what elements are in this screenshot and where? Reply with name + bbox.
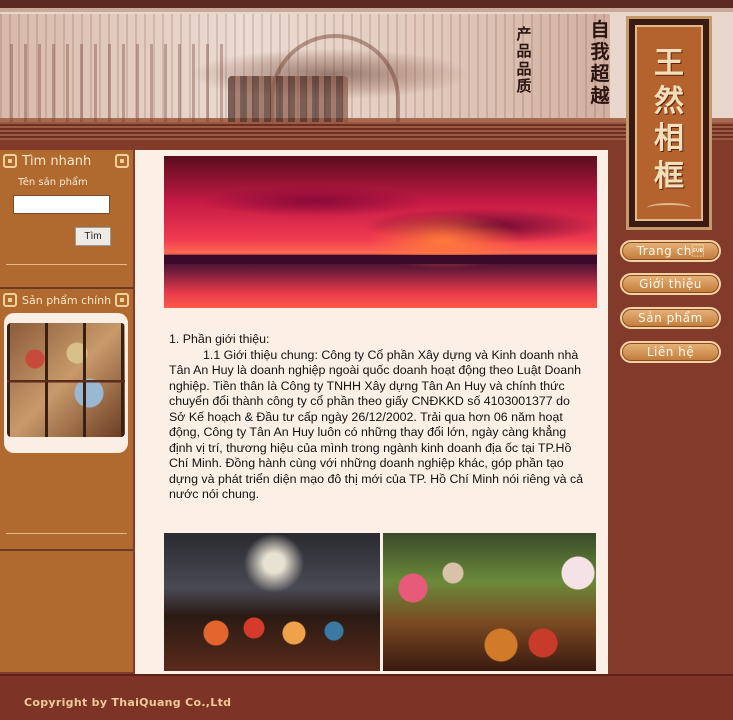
- page: 产品品质 自我超越 王然相框 Tìm nhanh Tên sản phẩm Tì…: [0, 0, 733, 720]
- nav-products-button[interactable]: Sản phẩm: [620, 307, 721, 329]
- logo-ornament: [647, 203, 691, 213]
- banner-stripes: [0, 122, 733, 140]
- divider: [0, 287, 133, 289]
- products-box-title: Sản phẩm chính: [22, 294, 112, 307]
- search-box-title: Tìm nhanh: [22, 154, 92, 169]
- nav-contact-button[interactable]: Liên hệ: [620, 341, 721, 363]
- divider: [6, 533, 127, 534]
- divider: [6, 264, 127, 265]
- featured-product-image[interactable]: [7, 323, 125, 437]
- sunset-image: [164, 156, 597, 308]
- header-banner: 产品品质 自我超越: [0, 0, 733, 140]
- nav-about-button[interactable]: Giới thiệu: [620, 273, 721, 295]
- main-content: 1. Phần giới thiệu: 1.1 Giới thiệu chung…: [135, 150, 608, 674]
- logo-text: 王然相框: [654, 46, 684, 194]
- nav-home-button[interactable]: Trang ch: [620, 240, 721, 262]
- search-input[interactable]: [13, 195, 110, 214]
- copyright-text: Copyright by ThaiQuang Co.,Ltd: [24, 696, 232, 709]
- banner-group-photo: [228, 76, 348, 126]
- logo-plaque[interactable]: 王然相框: [626, 16, 712, 230]
- intro-heading: 1. Phần giới thiệu:: [169, 332, 270, 346]
- product-frame: [4, 313, 128, 453]
- showroom-photo-dolls: [164, 533, 380, 671]
- search-button[interactable]: Tìm: [75, 227, 111, 246]
- intro-paragraph: 1.1 Giới thiệu chung: Công ty Cổ phần Xâ…: [169, 347, 584, 502]
- footer: Copyright by ThaiQuang Co.,Ltd: [0, 674, 733, 720]
- slogan-left: 产品品质: [516, 25, 532, 95]
- logo-inner: 王然相框: [635, 25, 703, 221]
- banner-columns: [10, 44, 230, 124]
- slogan-right: 自我超越: [590, 19, 610, 107]
- intro-text: 1. Phần giới thiệu: 1.1 Giới thiệu chung…: [169, 332, 589, 503]
- search-label: Tên sản phẩm: [18, 177, 88, 188]
- showroom-photo-vases: [383, 533, 596, 671]
- divider: [0, 549, 133, 551]
